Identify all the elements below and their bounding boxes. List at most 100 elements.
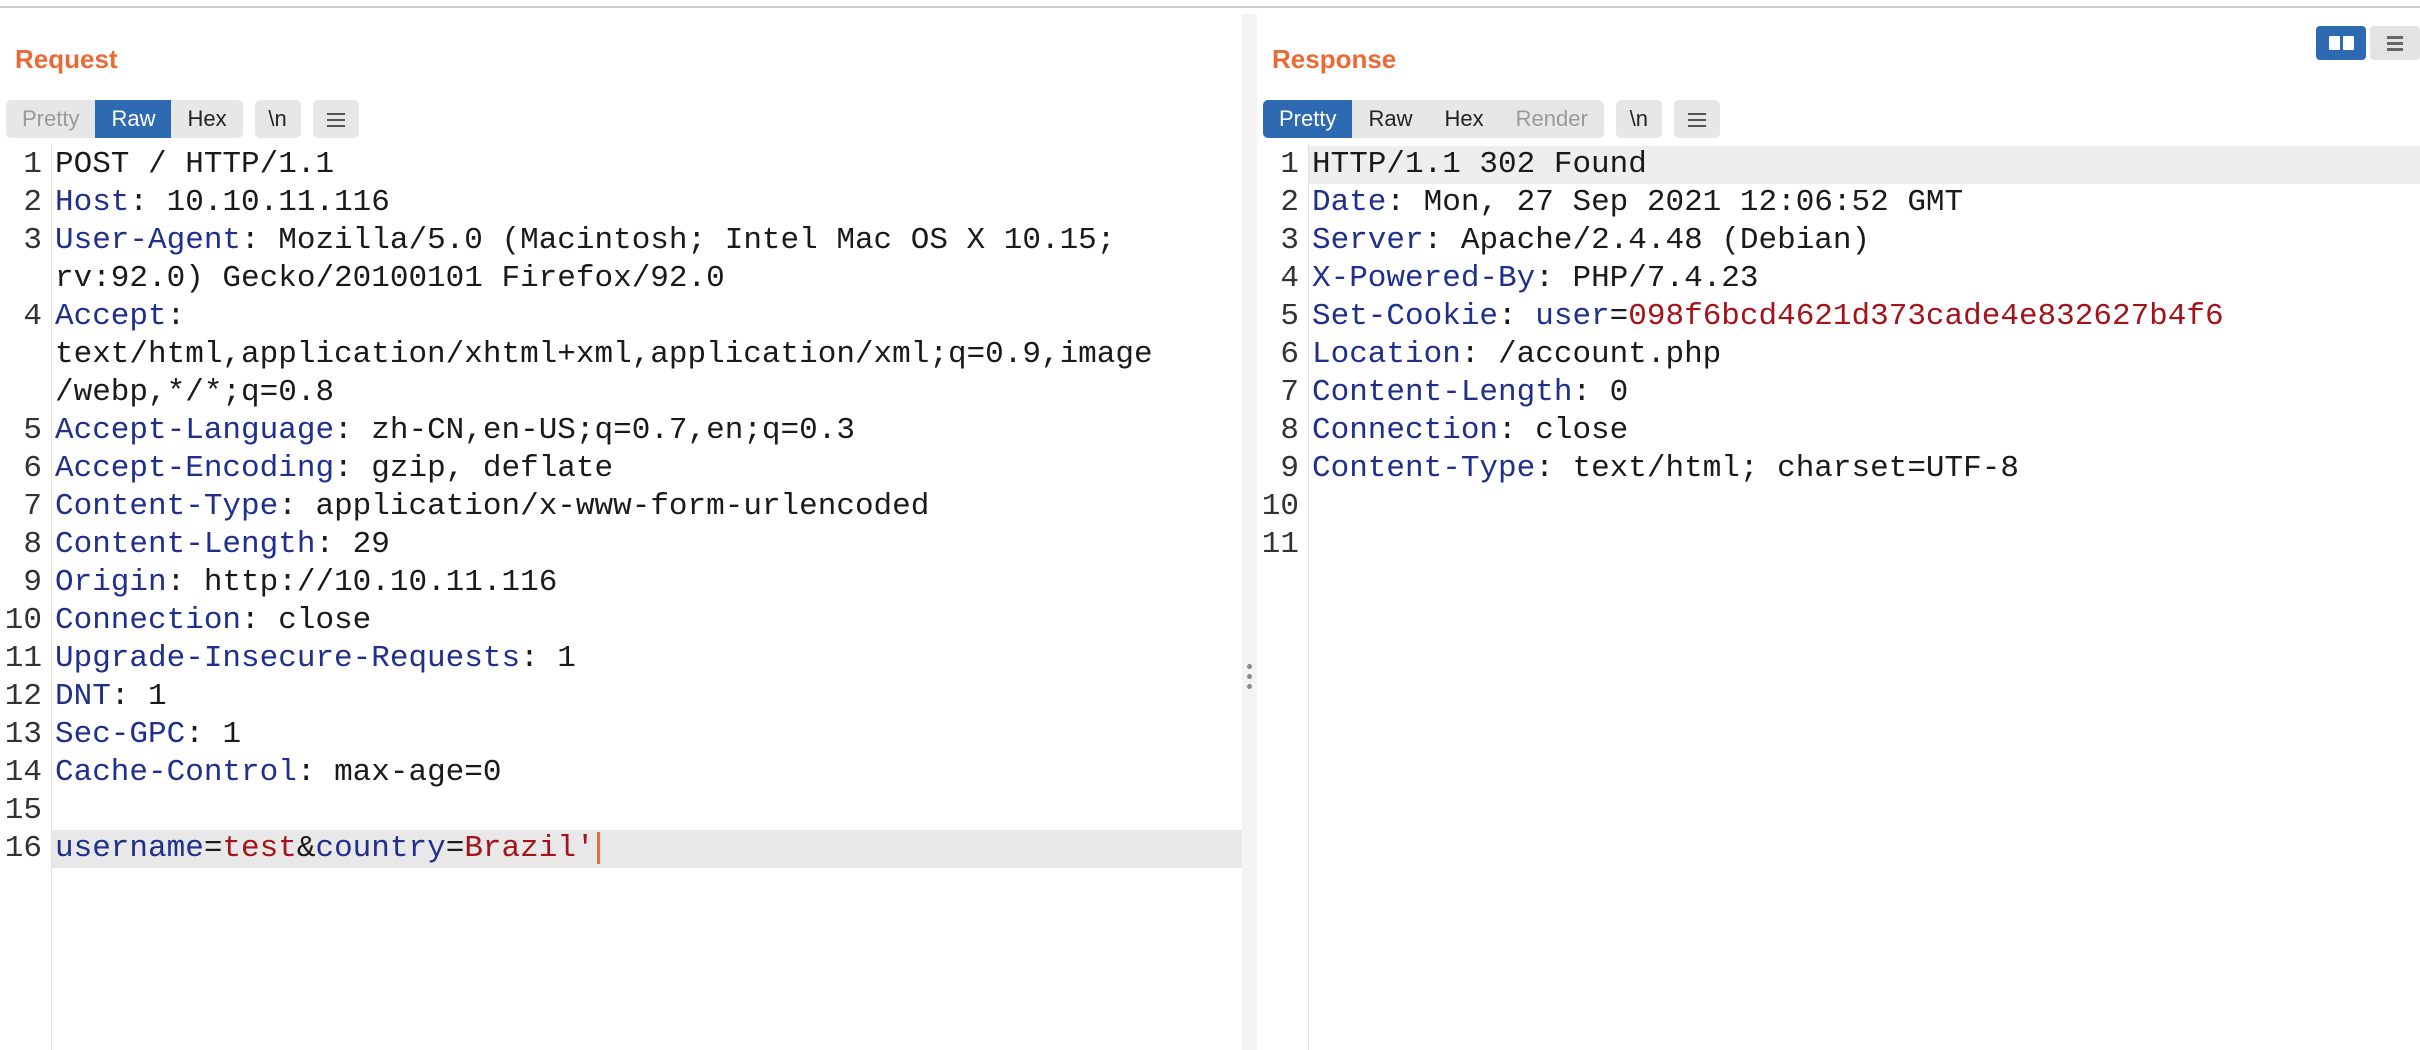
request-tab-hex[interactable]: Hex [171,100,242,138]
header-value: 29 [352,527,390,562]
line-number: 5 [23,413,42,448]
line-number: 5 [1280,299,1299,334]
code-line: 10 Connection: close [0,602,1242,640]
header-value: text/html,application/xhtml+xml,applicat… [55,337,1153,372]
hamburger-icon [326,109,345,131]
response-title: Response [1272,44,1397,74]
code-line: text/html,application/xhtml+xml,applicat… [0,336,1242,374]
response-editor[interactable]: 1 HTTP/1.1 302 Found 2 Date: Mon, 27 Sep 20… [1257,144,2420,1050]
header-name: Accept [55,299,167,334]
header-separator: : [1386,185,1424,220]
request-editor[interactable]: 1 POST / HTTP/1.1 2 Host: 10.10.11.116 3 User… [0,144,1242,1050]
line-number: 11 [1261,527,1299,562]
line-content: Content-Type: text/html; charset=UTF-8 [1312,450,2019,488]
header-value: 1 [557,641,576,676]
header-name: Origin [55,565,167,600]
header-separator: : [296,755,335,790]
request-tab-raw[interactable]: Raw [95,100,172,138]
line-content: Set-Cookie: user=098f6bcd4621d373cade4e8… [1312,298,2224,336]
code-line: 8 Content-Length: 29 [0,526,1242,564]
line-number: 11 [4,641,42,676]
hamburger-icon [1687,109,1706,131]
response-newline-toggle[interactable]: \n [1615,100,1662,138]
header-name: DNT [55,679,111,714]
line-content: Host: 10.10.11.116 [55,184,390,222]
line-content[interactable]: username=test&country=Brazil' [55,830,600,868]
top-border [0,0,2420,8]
header-value: 1 [222,717,242,752]
code-line: 11 [1257,526,2420,564]
line-number: 3 [23,223,42,258]
line-content: Date: Mon, 27 Sep 2021 12:06:52 GMT [1312,184,1963,222]
line-content: /webp,*/*;q=0.8 [55,374,334,412]
header-name: Date [1312,185,1387,220]
code-line: 6 Accept-Encoding: gzip, deflate [0,450,1242,488]
header-separator: : [334,451,372,486]
header-value: 10.10.11.116 [166,185,390,220]
line-content: User-Agent: Mozilla/5.0 (Macintosh; Inte… [55,222,1115,260]
line-number: 2 [23,185,42,220]
response-menu-button[interactable] [1673,100,1720,138]
line-content: Origin: http://10.10.11.116 [55,564,557,602]
stacked-layout-button[interactable] [2370,26,2420,60]
header-name: Upgrade-Insecure-Requests [55,641,521,676]
drag-handle-icon [1246,664,1253,694]
header-separator: : [129,185,167,220]
line-content: Connection: close [55,602,371,640]
header-name: Sec-GPC [55,717,186,752]
response-tab-render[interactable]: Render [1500,100,1604,138]
response-tab-hex[interactable]: Hex [1428,100,1499,138]
code-line: 3 User-Agent: Mozilla/5.0 (Macintosh; Int… [0,222,1242,260]
response-toolbar: Pretty Raw Hex Render \n [1263,98,1720,140]
header-separator: : [278,489,316,524]
header-separator: : [241,223,279,258]
side-by-side-layout-button[interactable] [2316,26,2366,60]
code-line: 1 HTTP/1.1 302 Found [1257,146,2420,184]
header-name: X-Powered-By [1312,261,1536,296]
line-number: 8 [23,527,42,562]
line-content: Accept-Encoding: gzip, deflate [55,450,613,488]
line-number: 12 [4,679,42,714]
header-value: 0 [1609,375,1629,410]
header-name: User-Agent [55,223,242,258]
line-number: 8 [1280,413,1299,448]
code-line: 8 Connection: close [1257,412,2420,450]
rows-icon [2387,33,2403,54]
line-content: rv:92.0) Gecko/20100101 Firefox/92.0 [55,260,725,298]
request-menu-button[interactable] [312,100,359,138]
response-tab-raw[interactable]: Raw [1352,100,1428,138]
code-line: 6 Location: /account.php [1257,336,2420,374]
text-cursor [596,831,600,864]
header-separator: : [1423,223,1461,258]
header-value: http://10.10.11.116 [203,565,558,600]
code-line: 4 X-Powered-By: PHP/7.4.23 [1257,260,2420,298]
param-value-country: Brazil' [464,831,595,866]
line-number: 15 [4,793,42,828]
layout-toggle [2312,26,2420,60]
response-pane: Response Pretty Raw Hex Render \n 1 HTTP/… [1257,8,2420,1050]
line-number: 4 [1280,261,1299,296]
header-name: Set-Cookie [1312,299,1499,334]
line-number: 6 [1280,337,1299,372]
request-newline-toggle[interactable]: \n [254,100,301,138]
header-name: Connection [1312,413,1499,448]
request-tab-pretty[interactable]: Pretty [6,100,95,138]
header-name: Server [1312,223,1424,258]
header-value: Mozilla/5.0 (Macintosh; Intel Mac OS X 1… [278,223,1116,258]
header-value: close [1535,413,1629,448]
request-view-tabs: Pretty Raw Hex [6,100,243,138]
code-line: 2 Host: 10.10.11.116 [0,184,1242,222]
header-value: /webp,*/*;q=0.8 [55,375,335,410]
header-value: /account.php [1498,337,1722,372]
header-value: close [278,603,372,638]
param-name-country: country [315,831,446,866]
line-number: 10 [1261,489,1299,524]
pane-splitter[interactable] [1242,14,1257,1050]
line-content: DNT: 1 [55,678,167,716]
line-number: 1 [1280,147,1299,182]
response-tab-pretty[interactable]: Pretty [1263,100,1353,138]
code-line: /webp,*/*;q=0.8 [0,374,1242,412]
line-number: 7 [1280,375,1299,410]
header-value: Mon, 27 Sep 2021 12:06:52 GMT [1423,185,1964,220]
cookie-name: user [1535,299,1610,334]
